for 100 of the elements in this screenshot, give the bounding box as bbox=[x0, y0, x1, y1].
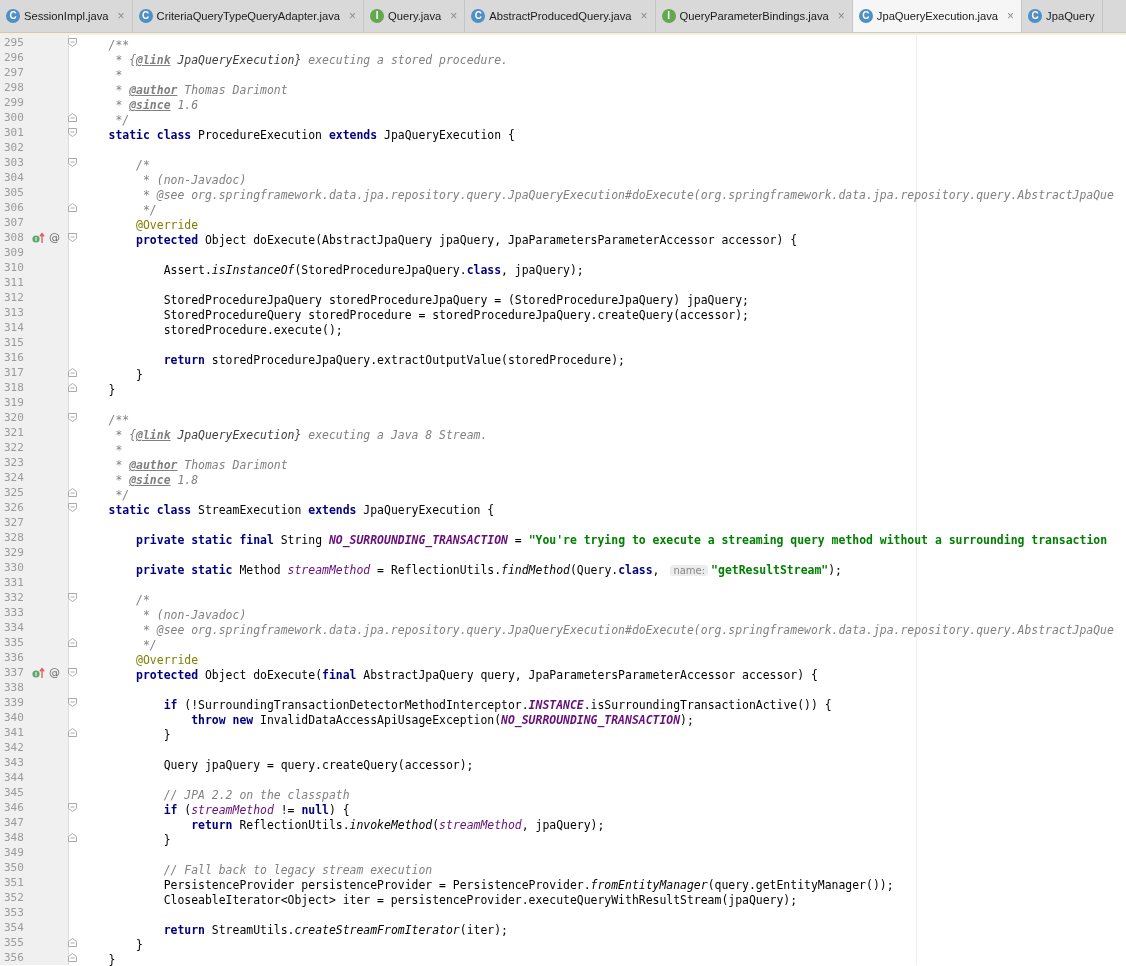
code-line: private static final String NO_SURROUNDING_TRANSACTION = "You're trying to execute a streaming query method without a surrounding transaction bbox=[135, 533, 1108, 548]
annotation-marker[interactable]: @ bbox=[49, 231, 60, 244]
code-line: if (streamMethod != null) { bbox=[162, 803, 350, 818]
code-line: Query jpaQuery = query.createQuery(accessor); bbox=[162, 758, 474, 773]
line-number: 307 bbox=[3, 215, 25, 230]
line-number: 328 bbox=[3, 530, 25, 545]
line-number: 340 bbox=[3, 710, 25, 725]
class-icon: C bbox=[471, 9, 486, 23]
fold-marker-icon[interactable] bbox=[68, 233, 77, 242]
code-line: protected Object doExecute(AbstractJpaQuery jpaQuery, JpaParametersParameterAccessor accessor) { bbox=[135, 233, 798, 248]
code-line: private static Method streamMethod = ReflectionUtils.findMethod(Query.class, name: "getResultStream"); bbox=[135, 563, 842, 578]
code-line: /* bbox=[135, 593, 150, 608]
line-number: 298 bbox=[3, 80, 25, 95]
code-line: * @see org.springframework.data.jpa.repository.query.JpaQueryExecution#doExecute(org.springframework.data.jpa.repository.query.AbstractJpaQue bbox=[141, 623, 1114, 638]
code-line: StoredProcedureQuery storedProcedure = storedProcedureJpaQuery.createQuery(accessor); bbox=[162, 308, 749, 323]
line-number: 335 bbox=[3, 635, 25, 650]
code-line: if (!SurroundingTransactionDetectorMethodInterceptor.INSTANCE.isSurroundingTransactionActive()) { bbox=[162, 698, 832, 713]
line-number: 319 bbox=[3, 395, 25, 410]
code-line: /** bbox=[107, 413, 130, 428]
line-number: 308 bbox=[3, 230, 25, 245]
line-number: 348 bbox=[3, 830, 25, 845]
fold-marker-icon[interactable] bbox=[68, 668, 77, 677]
line-number: 304 bbox=[3, 170, 25, 185]
tab[interactable]: I QueryParameterBindings.java × bbox=[655, 0, 853, 32]
line-number: 321 bbox=[3, 425, 25, 440]
code-line: * {@link JpaQueryExecution} executing a stored procedure. bbox=[114, 53, 508, 68]
line-number: 299 bbox=[3, 95, 25, 110]
line-number: 336 bbox=[3, 650, 25, 665]
line-number: 315 bbox=[3, 335, 25, 350]
line-number: 317 bbox=[3, 365, 25, 380]
code-line: * @see org.springframework.data.jpa.repository.query.JpaQueryExecution#doExecute(org.springframework.data.jpa.repository.query.AbstractJpaQue bbox=[141, 188, 1114, 203]
fold-marker-icon[interactable] bbox=[68, 698, 77, 707]
line-number: 350 bbox=[3, 860, 25, 875]
line-number: 344 bbox=[3, 770, 25, 785]
code-line: * (non-Javadoc) bbox=[141, 608, 247, 623]
fold-marker-icon[interactable] bbox=[68, 383, 77, 392]
line-number: 314 bbox=[3, 320, 25, 335]
fold-marker-icon[interactable] bbox=[68, 833, 77, 842]
tab[interactable]: C SessionImpl.java × bbox=[0, 0, 133, 32]
code-line: protected Object doExecute(final AbstractJpaQuery query, JpaParametersParameterAccessor accessor) { bbox=[135, 668, 818, 683]
line-number: 341 bbox=[3, 725, 25, 740]
tab[interactable]: I Query.java × bbox=[364, 0, 466, 32]
code-line: * @since 1.8 bbox=[114, 473, 199, 488]
fold-marker-icon[interactable] bbox=[68, 938, 77, 947]
fold-marker-icon[interactable] bbox=[68, 728, 77, 737]
code-line: * @author Thomas Darimont bbox=[114, 83, 288, 98]
line-number: 347 bbox=[3, 815, 25, 830]
close-button[interactable]: × bbox=[1007, 9, 1015, 23]
fold-marker-icon[interactable] bbox=[68, 503, 77, 512]
line-number: 351 bbox=[3, 875, 25, 890]
line-number: 334 bbox=[3, 620, 25, 635]
tab[interactable]: C AbstractProducedQuery.java × bbox=[465, 0, 656, 32]
fold-marker-icon[interactable] bbox=[68, 38, 77, 47]
fold-marker-icon[interactable] bbox=[68, 953, 77, 962]
line-number: 309 bbox=[3, 245, 25, 260]
fold-marker-icon[interactable] bbox=[68, 113, 77, 122]
line-number: 329 bbox=[3, 545, 25, 560]
line-number: 325 bbox=[3, 485, 25, 500]
override-arrow-icon[interactable] bbox=[32, 666, 46, 679]
code-line: * bbox=[114, 68, 123, 83]
fold-marker-icon[interactable] bbox=[68, 488, 77, 497]
class-icon: C bbox=[1028, 9, 1043, 23]
code-line: return StreamUtils.createStreamFromIterator(iter); bbox=[162, 923, 508, 938]
fold-marker-icon[interactable] bbox=[68, 638, 77, 647]
interface-icon: I bbox=[370, 9, 385, 23]
annotation-marker[interactable]: @ bbox=[49, 666, 60, 679]
line-number: 300 bbox=[3, 110, 25, 125]
tab[interactable]: C JpaQuery bbox=[1022, 0, 1103, 32]
line-number: 318 bbox=[3, 380, 25, 395]
code-line: // Fall back to legacy stream execution bbox=[162, 863, 433, 878]
line-number: 305 bbox=[3, 185, 25, 200]
fold-marker-icon[interactable] bbox=[68, 413, 77, 422]
fold-marker-icon[interactable] bbox=[68, 158, 77, 167]
fold-marker-icon[interactable] bbox=[68, 203, 77, 212]
fold-marker-icon[interactable] bbox=[68, 803, 77, 812]
code-line: */ bbox=[114, 488, 130, 503]
code-line: */ bbox=[114, 113, 130, 128]
line-number: 332 bbox=[3, 590, 25, 605]
fold-marker-icon[interactable] bbox=[68, 368, 77, 377]
line-number: 296 bbox=[3, 50, 25, 65]
code-line: } bbox=[162, 728, 171, 743]
fold-marker-icon[interactable] bbox=[68, 128, 77, 137]
line-number: 302 bbox=[3, 140, 25, 155]
fold-marker-icon[interactable] bbox=[68, 593, 77, 602]
line-number: 342 bbox=[3, 740, 25, 755]
override-arrow-icon[interactable] bbox=[32, 231, 46, 244]
line-number: 330 bbox=[3, 560, 25, 575]
tab[interactable]: C JpaQueryExecution.java × bbox=[852, 0, 1023, 32]
tab[interactable]: C CriteriaQueryTypeQueryAdapter.java × bbox=[132, 0, 365, 32]
line-number: 343 bbox=[3, 755, 25, 770]
code-line: * @author Thomas Darimont bbox=[114, 458, 288, 473]
code-line: */ bbox=[141, 638, 157, 653]
code-line: * @since 1.6 bbox=[114, 98, 199, 113]
line-number: 322 bbox=[3, 440, 25, 455]
line-number: 327 bbox=[3, 515, 25, 530]
line-number: 316 bbox=[3, 350, 25, 365]
line-number: 355 bbox=[3, 935, 25, 950]
code-line: */ bbox=[141, 203, 157, 218]
code-line: return storedProcedureJpaQuery.extractOutputValue(storedProcedure); bbox=[162, 353, 625, 368]
code-line: * bbox=[114, 443, 123, 458]
